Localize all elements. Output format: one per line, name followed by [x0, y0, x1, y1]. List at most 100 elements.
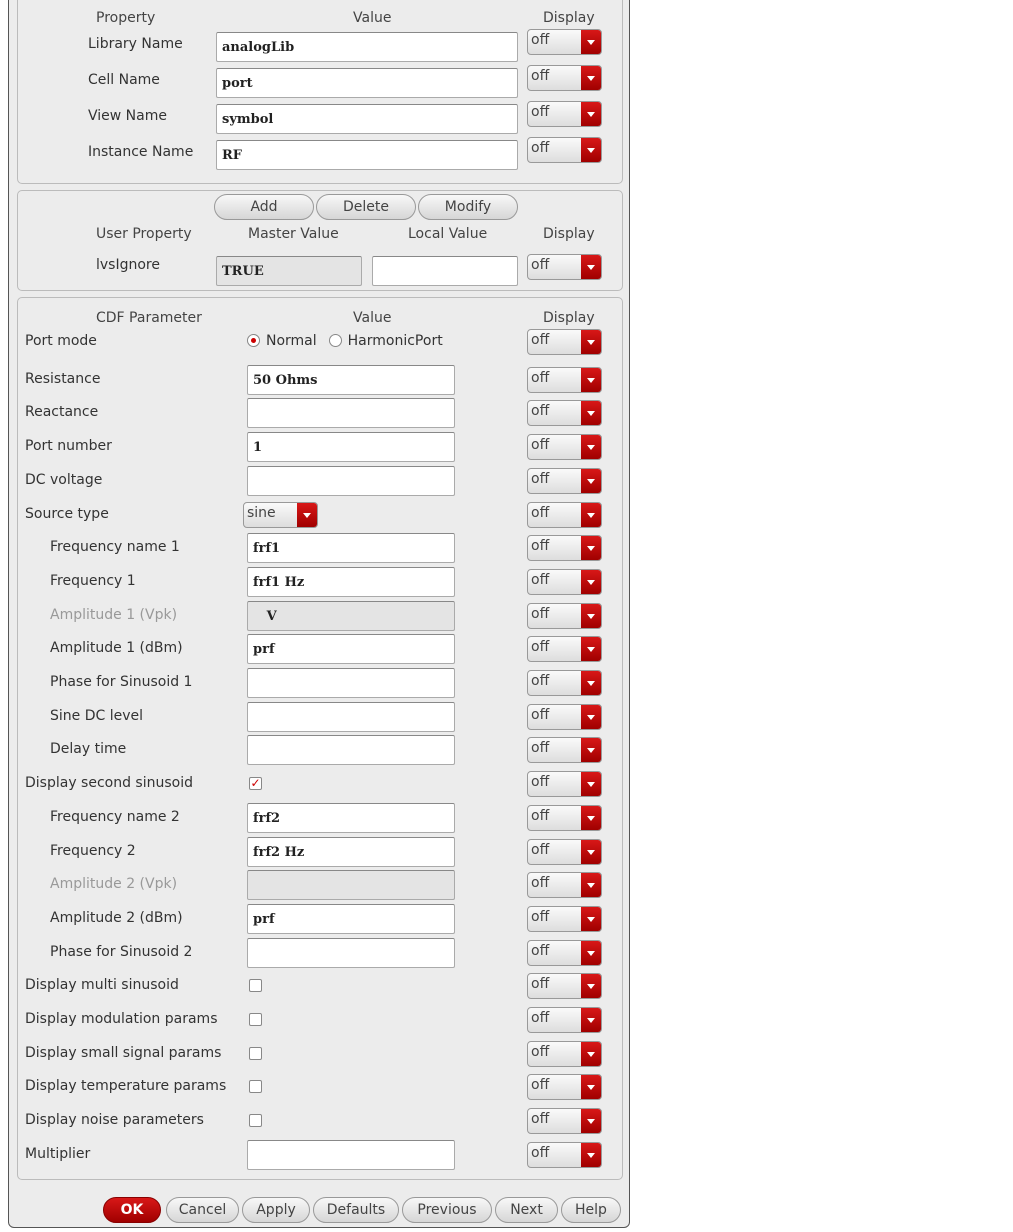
display-select[interactable]: off: [527, 329, 602, 355]
display-select[interactable]: off: [527, 535, 602, 562]
param-value-input[interactable]: 50 Ohms: [247, 364, 455, 395]
display-select[interactable]: off: [527, 602, 602, 629]
display-select[interactable]: off: [527, 1007, 602, 1033]
param-checkbox[interactable]: [249, 1046, 262, 1060]
param-label: DC voltage: [25, 471, 103, 488]
display-select[interactable]: off: [527, 804, 602, 831]
param-label: Frequency name 2: [50, 808, 180, 825]
property-value-input[interactable]: port: [216, 68, 518, 98]
chevron-down-icon: [581, 906, 601, 931]
help-button[interactable]: Help: [561, 1197, 621, 1223]
cdf-param-row: Delay time off: [18, 733, 624, 767]
chevron-down-icon: [581, 367, 601, 392]
param-value-input[interactable]: [247, 701, 455, 732]
delete-button[interactable]: Delete: [316, 194, 416, 220]
defaults-button[interactable]: Defaults: [313, 1197, 399, 1223]
param-checkbox[interactable]: [249, 1114, 262, 1128]
param-value-input[interactable]: [247, 668, 455, 698]
display-select[interactable]: off: [527, 400, 602, 427]
cdf-param-row: Display second sinusoid ✓ off: [18, 767, 624, 801]
param-value-input[interactable]: [247, 1139, 455, 1170]
display-select[interactable]: off: [527, 434, 602, 461]
param-value-input[interactable]: frf1 Hz: [247, 566, 455, 597]
display-select[interactable]: off: [527, 973, 602, 1000]
param-value-input[interactable]: [247, 398, 455, 429]
display-select[interactable]: off: [527, 568, 602, 595]
display-select[interactable]: off: [527, 771, 602, 798]
chevron-down-icon: [581, 873, 601, 898]
param-value-input[interactable]: frf2 Hz: [247, 836, 455, 867]
local-value-input[interactable]: [372, 256, 518, 286]
header-value: Value: [353, 310, 392, 326]
property-value-input[interactable]: RF: [216, 140, 518, 170]
param-value-input[interactable]: frf1: [247, 533, 455, 564]
display-select[interactable]: off: [527, 29, 602, 55]
chevron-down-icon: [581, 940, 601, 965]
param-value-input[interactable]: frf2: [247, 802, 455, 833]
display-select[interactable]: off: [527, 905, 602, 932]
param-label: Amplitude 2 (dBm): [50, 909, 183, 926]
cdf-param-row: Sine DC level off: [18, 700, 624, 734]
param-value-input[interactable]: [247, 735, 455, 766]
cdf-param-row: Port number 1 off: [18, 430, 624, 464]
param-label: Reactance: [25, 404, 99, 421]
cdf-param-row: Display noise parameters off: [18, 1104, 624, 1138]
display-select-value: off: [531, 403, 550, 420]
display-select[interactable]: off: [527, 1040, 602, 1067]
display-select[interactable]: off: [527, 467, 602, 494]
radio-option[interactable]: HarmonicPort: [328, 333, 443, 349]
param-checkbox[interactable]: ✓: [249, 777, 262, 791]
param-value-input[interactable]: prf: [247, 634, 455, 665]
master-value-field: TRUE: [216, 256, 362, 286]
chevron-down-icon: [581, 671, 601, 695]
param-checkbox[interactable]: [249, 1080, 262, 1094]
display-select[interactable]: off: [527, 65, 602, 91]
display-select[interactable]: off: [527, 939, 602, 966]
param-label: Phase for Sinusoid 2: [50, 943, 193, 960]
source-type-value: sine: [247, 504, 276, 521]
modify-button[interactable]: Modify: [418, 194, 518, 220]
property-value-input[interactable]: symbol: [216, 104, 518, 134]
chevron-down-icon: [581, 1142, 601, 1167]
display-select[interactable]: off: [527, 1074, 602, 1101]
display-select[interactable]: off: [527, 1108, 602, 1135]
display-select[interactable]: off: [527, 254, 602, 280]
cdf-param-row: Amplitude 1 (dBm) prf off: [18, 632, 624, 666]
display-select[interactable]: off: [527, 137, 602, 163]
display-select[interactable]: off: [527, 872, 602, 899]
param-label: Display multi sinusoid: [25, 977, 179, 994]
previous-button[interactable]: Previous: [402, 1197, 492, 1223]
display-select-value: off: [531, 1010, 550, 1026]
apply-button[interactable]: Apply: [242, 1197, 310, 1223]
param-checkbox[interactable]: [249, 1013, 262, 1026]
display-select[interactable]: off: [527, 636, 602, 663]
display-select[interactable]: off: [527, 737, 602, 764]
add-button[interactable]: Add: [214, 194, 314, 220]
radio-option[interactable]: Normal: [247, 333, 317, 349]
display-select[interactable]: off: [527, 101, 602, 127]
display-select[interactable]: off: [527, 1141, 602, 1168]
display-select[interactable]: off: [527, 670, 602, 696]
cdf-param-row: Amplitude 2 (dBm) prf off: [18, 902, 624, 936]
param-label: Source type: [25, 505, 109, 522]
param-value-input[interactable]: [247, 465, 455, 496]
display-select-value: off: [531, 1111, 550, 1128]
radio-icon: [247, 334, 260, 347]
next-button[interactable]: Next: [495, 1197, 558, 1223]
source-type-select[interactable]: sine: [243, 501, 318, 528]
chevron-down-icon: [581, 637, 601, 662]
display-select[interactable]: off: [527, 501, 602, 528]
display-select[interactable]: off: [527, 703, 602, 730]
display-select-value: off: [531, 104, 550, 120]
param-value-input[interactable]: [247, 937, 455, 968]
cancel-button[interactable]: Cancel: [166, 1197, 239, 1223]
param-checkbox[interactable]: [249, 979, 262, 993]
display-select[interactable]: off: [527, 366, 602, 393]
param-value-input[interactable]: prf: [247, 903, 455, 934]
param-label: Delay time: [50, 741, 127, 758]
ok-button[interactable]: OK: [103, 1197, 161, 1223]
param-value-input[interactable]: 1: [247, 432, 455, 463]
display-select-value: off: [531, 257, 550, 273]
property-value-input[interactable]: analogLib: [216, 32, 518, 62]
display-select[interactable]: off: [527, 838, 602, 865]
